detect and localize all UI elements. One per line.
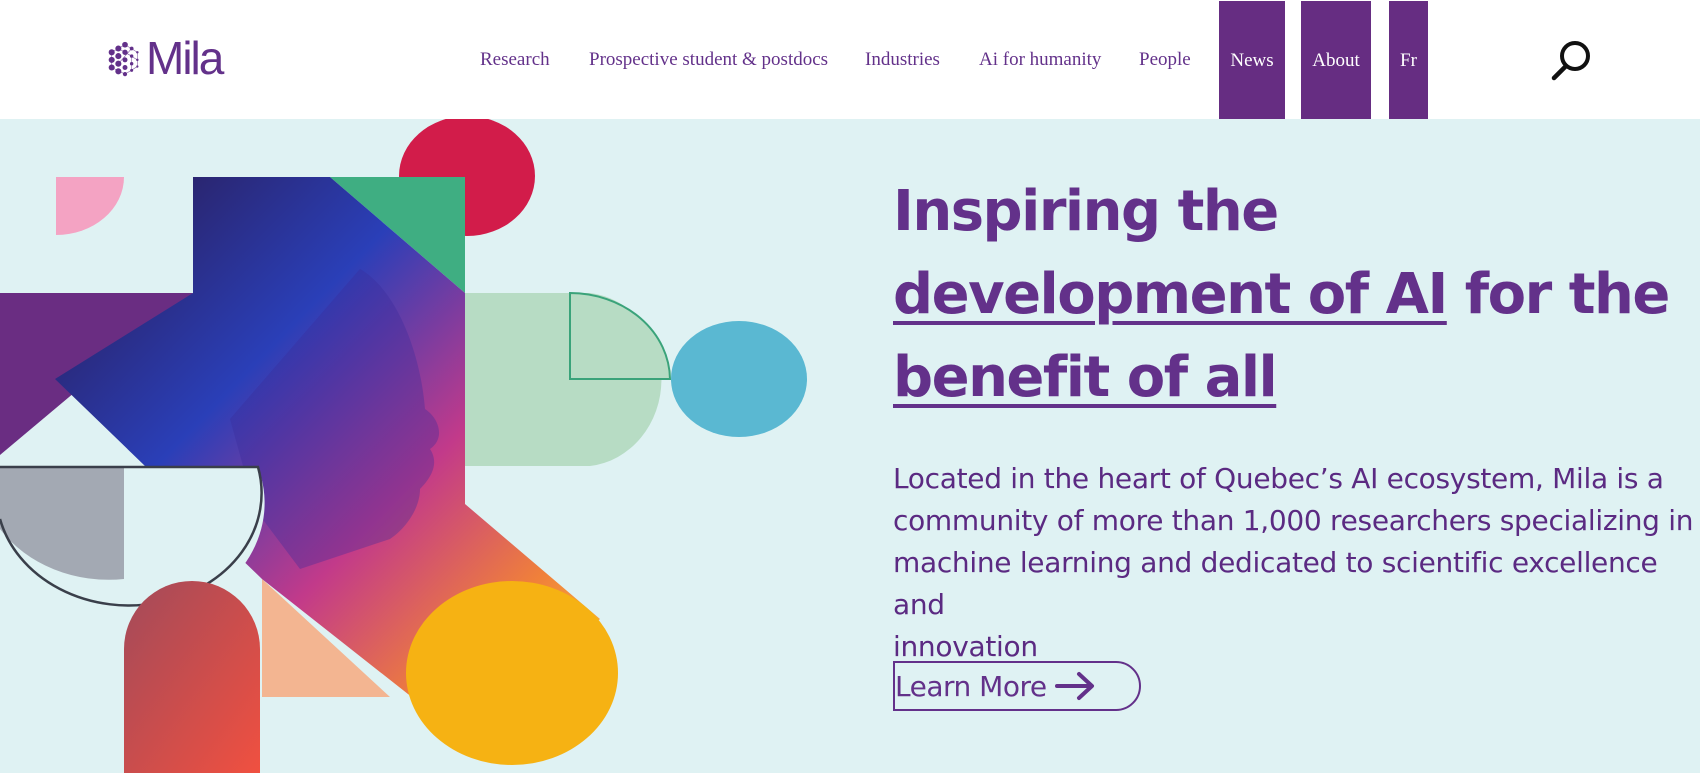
nav-industries[interactable]: Industries [865,0,940,119]
blue-circle-shape [671,321,807,437]
nav-ai-for-humanity[interactable]: Ai for humanity [979,0,1101,119]
learn-more-button[interactable]: Learn More [893,661,1141,711]
site-header: Mila Research Prospective student & post… [0,0,1700,121]
yellow-circle-shape [406,581,618,765]
language-toggle[interactable]: Fr [1389,1,1428,121]
nav-news[interactable]: News [1219,1,1285,121]
green-quarter-outline [569,291,672,380]
nav-research[interactable]: Research [480,0,550,119]
hero-description: Located in the heart of Quebec’s AI ecos… [893,462,1694,663]
search-icon[interactable] [1548,36,1596,84]
headline-line-1: Inspiring the [893,179,1279,244]
mila-logo[interactable]: Mila [106,32,224,84]
nav-people[interactable]: People [1139,0,1191,119]
learn-more-label: Learn More [895,669,1047,703]
pink-quarter-shape [56,177,124,235]
hero-collage-illustration [0,119,807,773]
headline-link-development-of-ai[interactable]: development of AI [893,262,1448,327]
nav-prospective-students[interactable]: Prospective student & postdocs [589,0,828,119]
mila-dots-icon [108,41,139,77]
hero-headline: Inspiring the development of AI for the … [893,170,1693,419]
arrow-right-icon [1054,672,1094,700]
arch-image-shape [124,581,260,773]
headline-connector: for the [1446,262,1671,327]
nav-about[interactable]: About [1301,1,1371,121]
brand-name: Mila [146,32,224,84]
headline-link-benefit-of-all[interactable]: benefit of all [893,345,1278,410]
hero-section: Inspiring the development of AI for the … [0,119,1700,773]
